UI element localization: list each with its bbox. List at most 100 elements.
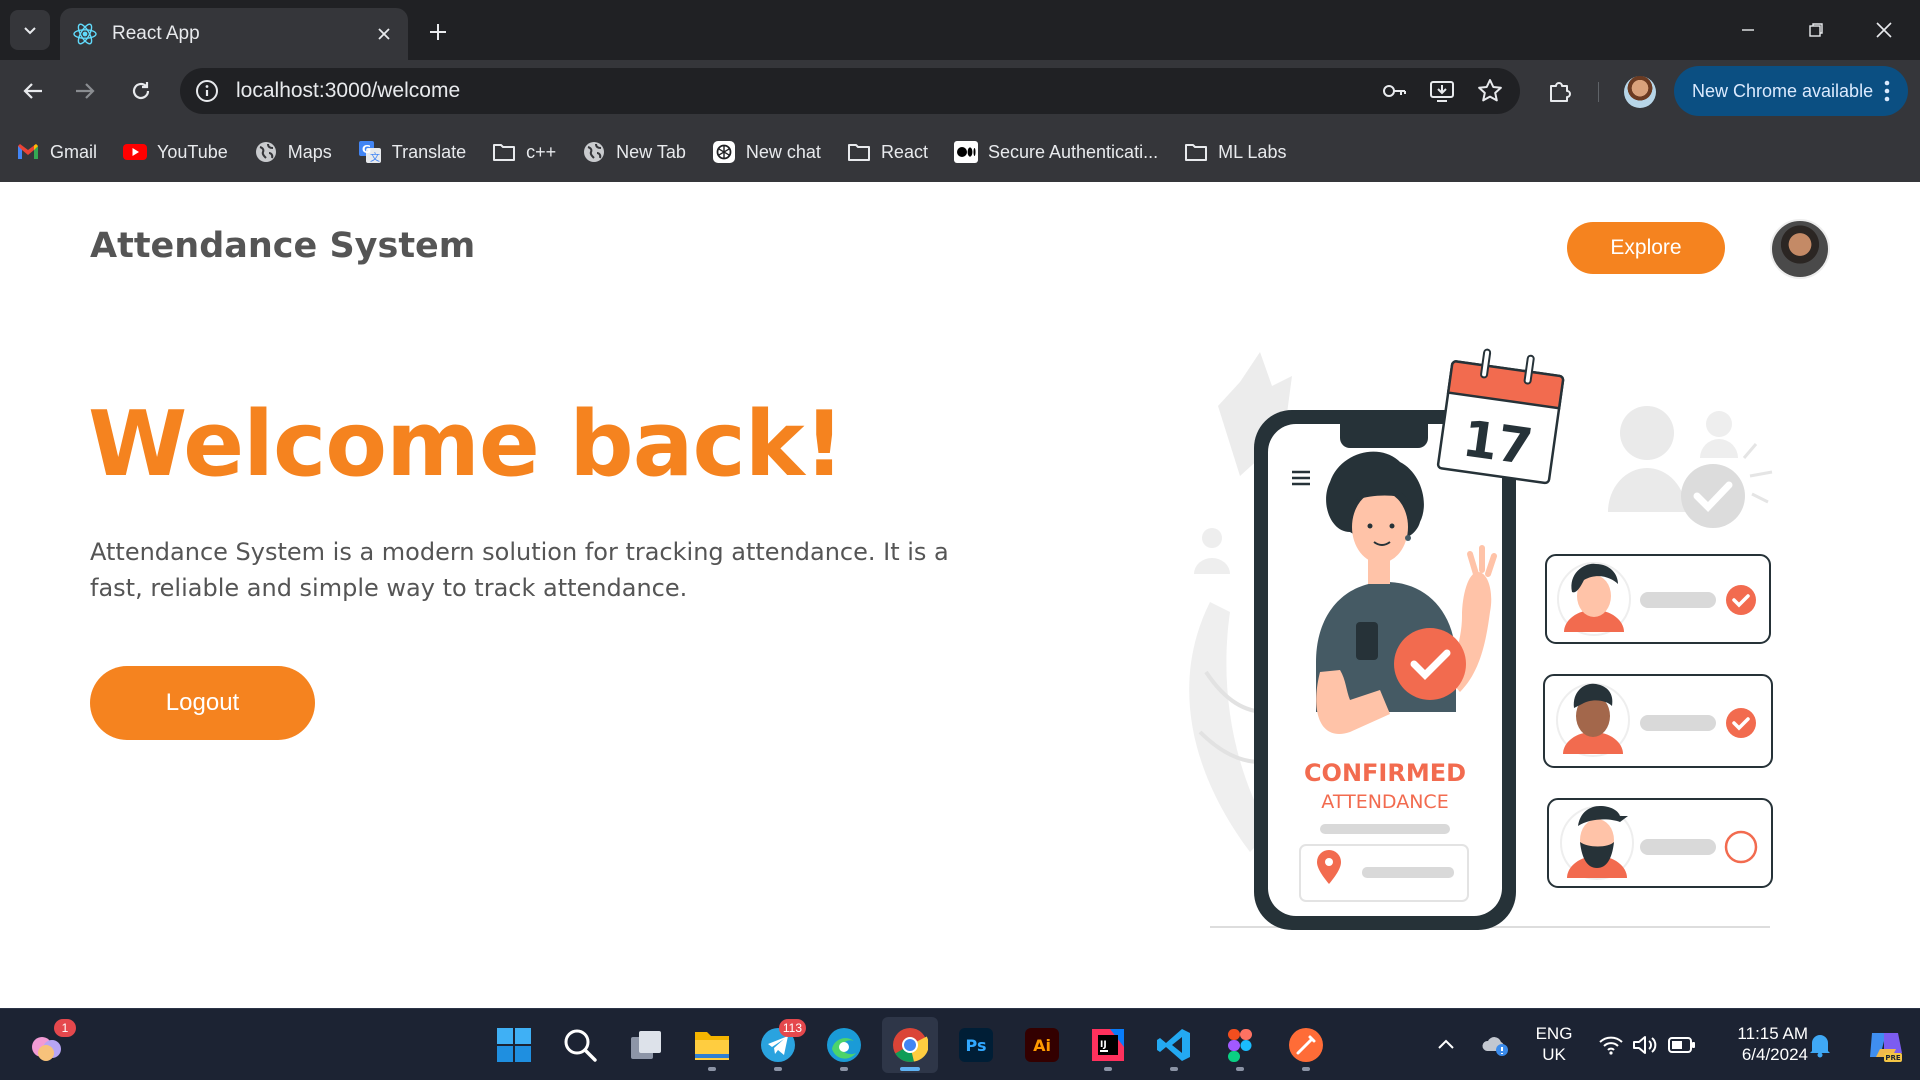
bookmarks-bar: Gmail YouTube Maps G文 Translate c++ New …: [0, 122, 1920, 182]
chevron-down-icon: [24, 27, 36, 35]
confirmed-label: CONFIRMED: [1304, 759, 1466, 787]
clock-time: 11:15 AM: [1737, 1024, 1808, 1043]
taskbar-search[interactable]: [552, 1017, 608, 1073]
install-app-icon[interactable]: [1426, 75, 1458, 107]
language-code: ENG: [1535, 1024, 1573, 1043]
running-indicator: [1302, 1067, 1310, 1071]
close-icon: [1876, 22, 1892, 38]
back-button[interactable]: [14, 72, 52, 110]
bookmark-translate[interactable]: G文 Translate: [358, 132, 466, 172]
new-tab-button[interactable]: [420, 14, 456, 50]
bookmark-label: Secure Authenticati...: [987, 141, 1159, 162]
bookmark-star-icon[interactable]: [1474, 75, 1506, 107]
toolbar-divider: [1598, 82, 1599, 102]
bookmark-maps[interactable]: Maps: [254, 132, 332, 172]
wifi-icon: [1599, 1036, 1623, 1055]
restore-button[interactable]: [1782, 0, 1850, 60]
bookmark-folder-ml-labs[interactable]: ML Labs: [1184, 132, 1286, 172]
volume-status[interactable]: [1632, 1009, 1658, 1080]
hero-description: Attendance System is a modern solution f…: [90, 538, 949, 602]
taskbar-illustrator[interactable]: Ai: [1014, 1017, 1070, 1073]
language-indicator[interactable]: ENG UK: [1528, 1023, 1580, 1065]
edge-icon: [827, 1028, 861, 1062]
tab-search-button[interactable]: [10, 10, 50, 50]
wifi-status[interactable]: [1598, 1009, 1624, 1080]
logout-button[interactable]: Logout: [90, 666, 315, 740]
bookmark-new-tab[interactable]: New Tab: [582, 132, 686, 172]
svg-text:IJ: IJ: [1100, 1040, 1107, 1050]
close-icon[interactable]: [372, 22, 396, 46]
task-view-button[interactable]: [618, 1017, 674, 1073]
taskbar: 1 113 Ps Ai IJ ENG UK 11:15 AM 6/4/2024 …: [0, 1008, 1920, 1080]
bookmark-label: React: [880, 141, 928, 162]
explore-button[interactable]: Explore: [1567, 222, 1725, 274]
plus-icon: [430, 24, 446, 40]
running-indicator: [708, 1067, 716, 1071]
widgets-button[interactable]: 1: [28, 1019, 76, 1063]
running-indicator: [840, 1067, 848, 1071]
bookmark-new-chat[interactable]: New chat: [712, 132, 821, 172]
taskbar-apps: 113 Ps Ai IJ: [486, 1017, 1344, 1073]
bookmark-gmail[interactable]: Gmail: [16, 132, 97, 172]
minimize-icon: [1742, 29, 1754, 31]
extensions-button[interactable]: [1540, 72, 1578, 110]
taskbar-telegram[interactable]: 113: [750, 1017, 806, 1073]
medium-icon: [953, 140, 978, 164]
system-clock[interactable]: 11:15 AM 6/4/2024: [1708, 1023, 1808, 1065]
bookmark-youtube[interactable]: YouTube: [123, 132, 228, 172]
taskbar-file-explorer[interactable]: [684, 1017, 740, 1073]
folder-icon: [1184, 140, 1208, 164]
chevron-up-icon: [1438, 1039, 1454, 1049]
keyboard-region: UK: [1542, 1045, 1566, 1064]
bookmark-secure-authentication[interactable]: Secure Authenticati...: [953, 132, 1159, 172]
puzzle-icon: [1550, 82, 1571, 102]
translate-icon: G文: [358, 140, 382, 164]
new-chrome-available-button[interactable]: New Chrome available: [1674, 66, 1908, 116]
speaker-icon: [1633, 1036, 1657, 1054]
svg-text:PRE: PRE: [1885, 1054, 1901, 1062]
running-indicator: [1170, 1067, 1178, 1071]
restore-icon: [1809, 23, 1823, 37]
bookmark-folder-react[interactable]: React: [847, 132, 928, 172]
attendance-label: ATTENDANCE: [1321, 791, 1448, 813]
photoshop-icon: Ps: [959, 1028, 993, 1062]
forward-button[interactable]: [66, 72, 104, 110]
bookmark-folder-cpp[interactable]: c++: [492, 132, 556, 172]
taskbar-figma[interactable]: [1212, 1017, 1268, 1073]
onedrive-tray[interactable]: [1480, 1009, 1510, 1080]
arrow-right-icon: [76, 83, 95, 99]
taskbar-intellij[interactable]: IJ: [1080, 1017, 1136, 1073]
running-indicator: [1236, 1067, 1244, 1071]
figma-icon: [1228, 1029, 1252, 1062]
address-bar[interactable]: localhost:3000/welcome: [180, 68, 1520, 114]
profile-avatar[interactable]: [1624, 76, 1656, 108]
notifications-button[interactable]: [1808, 1009, 1832, 1080]
show-hidden-icons[interactable]: [1436, 1009, 1456, 1080]
password-key-icon[interactable]: [1378, 75, 1410, 107]
url-text[interactable]: localhost:3000/welcome: [236, 79, 1362, 103]
folder-icon: [847, 140, 871, 164]
copilot-button[interactable]: PRE: [1866, 1009, 1904, 1080]
browser-tab[interactable]: React App: [60, 8, 408, 60]
taskbar-vscode[interactable]: [1146, 1017, 1202, 1073]
folder-icon: [492, 140, 516, 164]
search-icon: [564, 1029, 597, 1062]
bookmark-label: ML Labs: [1218, 141, 1287, 162]
info-icon[interactable]: [194, 78, 220, 104]
illustrator-icon: Ai: [1025, 1028, 1059, 1062]
minimize-button[interactable]: [1714, 0, 1782, 60]
taskbar-postman[interactable]: [1278, 1017, 1334, 1073]
more-menu-icon[interactable]: [1884, 79, 1890, 108]
clock-date: 6/4/2024: [1741, 1045, 1808, 1064]
taskbar-edge[interactable]: [816, 1017, 872, 1073]
user-avatar[interactable]: [1770, 219, 1830, 279]
window-close-button[interactable]: [1850, 0, 1918, 60]
bookmark-label: Maps: [287, 141, 332, 162]
svg-text:Ai: Ai: [1033, 1036, 1051, 1055]
reload-button[interactable]: [122, 72, 160, 110]
taskbar-photoshop[interactable]: Ps: [948, 1017, 1004, 1073]
taskbar-chrome[interactable]: [882, 1017, 938, 1073]
battery-status[interactable]: [1668, 1009, 1696, 1080]
start-button[interactable]: [486, 1017, 542, 1073]
calendar-day: 17: [1459, 409, 1536, 476]
